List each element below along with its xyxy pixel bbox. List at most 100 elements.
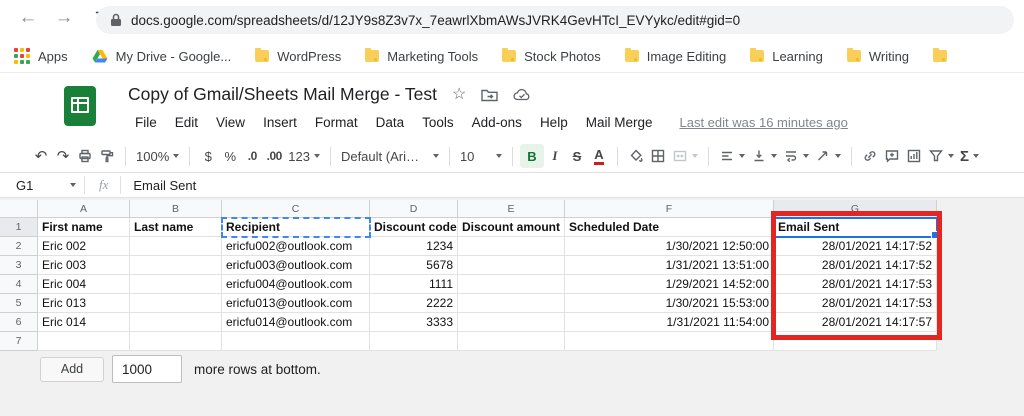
cell-f1[interactable]: Scheduled Date: [565, 218, 774, 237]
row-header[interactable]: 7: [0, 332, 38, 351]
row-header[interactable]: 6: [0, 313, 38, 332]
paint-format-icon[interactable]: [96, 144, 118, 168]
italic-button[interactable]: I: [544, 144, 566, 168]
cell-d4[interactable]: 1111: [370, 275, 458, 294]
cell-e5[interactable]: [458, 294, 565, 313]
cell-b5[interactable]: [130, 294, 222, 313]
borders-button[interactable]: [647, 144, 669, 168]
menu-addons[interactable]: Add-ons: [463, 112, 531, 133]
fill-color-button[interactable]: [625, 144, 647, 168]
redo-icon[interactable]: ↷: [52, 144, 74, 168]
cell-g1[interactable]: Email Sent: [774, 218, 937, 237]
cell-f6[interactable]: 1/31/2021 11:54:00: [565, 313, 774, 332]
cell-a4[interactable]: Eric 004: [38, 275, 130, 294]
cell-d5[interactable]: 2222: [370, 294, 458, 313]
format-percent-button[interactable]: %: [219, 144, 241, 168]
cell-e7[interactable]: [458, 332, 565, 351]
star-icon[interactable]: ☆: [452, 86, 466, 103]
cell-b3[interactable]: [130, 256, 222, 275]
col-header-e[interactable]: E: [458, 200, 565, 218]
cell-e2[interactable]: [458, 237, 565, 256]
insert-link-icon[interactable]: [859, 144, 881, 168]
address-bar[interactable]: docs.google.com/spreadsheets/d/12JY9s8Z3…: [96, 6, 1014, 34]
bookmark-stock-photos[interactable]: Stock Photos: [502, 48, 601, 64]
menu-edit[interactable]: Edit: [166, 112, 207, 133]
document-title[interactable]: Copy of Gmail/Sheets Mail Merge - Test: [128, 84, 437, 105]
col-header-g[interactable]: G: [774, 200, 937, 218]
filter-icon[interactable]: [925, 144, 957, 168]
more-formats-button[interactable]: 123: [285, 144, 323, 168]
bookmark-marketing-tools[interactable]: Marketing Tools: [365, 48, 478, 64]
cell-f3[interactable]: 1/31/2021 13:51:00: [565, 256, 774, 275]
menu-data[interactable]: Data: [367, 112, 414, 133]
cell-g6[interactable]: 28/01/2021 14:17:57: [774, 313, 937, 332]
row-header[interactable]: 2: [0, 237, 38, 256]
row-header[interactable]: 5: [0, 294, 38, 313]
col-header-a[interactable]: A: [38, 200, 130, 218]
cell-d1[interactable]: Discount code: [370, 218, 458, 237]
cell-a5[interactable]: Eric 013: [38, 294, 130, 313]
row-header[interactable]: 4: [0, 275, 38, 294]
cell-d2[interactable]: 1234: [370, 237, 458, 256]
bookmark-my-drive[interactable]: My Drive - Google...: [92, 49, 231, 64]
cell-g5[interactable]: 28/01/2021 14:17:53: [774, 294, 937, 313]
cell-c5[interactable]: ericfu013@outlook.com: [222, 294, 370, 313]
cell-a1[interactable]: First name: [38, 218, 130, 237]
menu-mail-merge[interactable]: Mail Merge: [577, 112, 662, 133]
google-sheets-icon[interactable]: [64, 86, 96, 126]
cell-b6[interactable]: [130, 313, 222, 332]
menu-tools[interactable]: Tools: [413, 112, 463, 133]
rows-count-input[interactable]: [112, 355, 182, 383]
insert-comment-icon[interactable]: [881, 144, 903, 168]
bookmark-partial[interactable]: [933, 48, 948, 62]
bookmark-learning[interactable]: Learning: [750, 48, 823, 64]
cell-e3[interactable]: [458, 256, 565, 275]
cell-c3[interactable]: ericfu003@outlook.com: [222, 256, 370, 275]
menu-format[interactable]: Format: [306, 112, 367, 133]
cell-reference-box[interactable]: G1: [0, 178, 84, 193]
menu-help[interactable]: Help: [531, 112, 577, 133]
row-header[interactable]: 1: [0, 218, 38, 237]
menu-insert[interactable]: Insert: [254, 112, 306, 133]
cell-g4[interactable]: 28/01/2021 14:17:53: [774, 275, 937, 294]
cell-f4[interactable]: 1/29/2021 14:52:00: [565, 275, 774, 294]
increase-decimal-button[interactable]: .00: [263, 144, 285, 168]
formula-input[interactable]: Email Sent: [133, 178, 196, 193]
cell-g2[interactable]: 28/01/2021 14:17:52: [774, 237, 937, 256]
menu-file[interactable]: File: [126, 112, 166, 133]
font-select[interactable]: Default (Ari…: [338, 144, 442, 168]
cell-e6[interactable]: [458, 313, 565, 332]
cell-b7[interactable]: [130, 332, 222, 351]
back-icon[interactable]: ←: [14, 4, 42, 32]
col-header-f[interactable]: F: [565, 200, 774, 218]
col-header-b[interactable]: B: [130, 200, 222, 218]
text-color-button[interactable]: A: [588, 144, 610, 168]
vertical-align-button[interactable]: [748, 144, 780, 168]
menu-view[interactable]: View: [207, 112, 254, 133]
text-rotation-button[interactable]: [812, 144, 844, 168]
cell-c2[interactable]: ericfu002@outlook.com: [222, 237, 370, 256]
cell-d3[interactable]: 5678: [370, 256, 458, 275]
horizontal-align-button[interactable]: [716, 144, 748, 168]
cell-a3[interactable]: Eric 003: [38, 256, 130, 275]
print-icon[interactable]: [74, 144, 96, 168]
row-header[interactable]: 3: [0, 256, 38, 275]
merge-cells-button[interactable]: [669, 144, 701, 168]
cell-d7[interactable]: [370, 332, 458, 351]
last-edit-link[interactable]: Last edit was 16 minutes ago: [679, 115, 847, 130]
cell-a7[interactable]: [38, 332, 130, 351]
cell-a6[interactable]: Eric 014: [38, 313, 130, 332]
cell-c7[interactable]: [222, 332, 370, 351]
col-header-d[interactable]: D: [370, 200, 458, 218]
cell-f5[interactable]: 1/30/2021 15:53:00: [565, 294, 774, 313]
cloud-saved-icon[interactable]: [513, 88, 531, 101]
cell-g7[interactable]: [774, 332, 937, 351]
functions-button[interactable]: Σ: [957, 144, 982, 168]
cell-e4[interactable]: [458, 275, 565, 294]
insert-chart-icon[interactable]: [903, 144, 925, 168]
bookmark-wordpress[interactable]: WordPress: [255, 48, 341, 64]
text-wrap-button[interactable]: [780, 144, 812, 168]
bookmark-image-editing[interactable]: Image Editing: [624, 48, 726, 64]
bookmark-apps[interactable]: Apps: [14, 48, 68, 64]
col-header-c[interactable]: C: [222, 200, 370, 218]
